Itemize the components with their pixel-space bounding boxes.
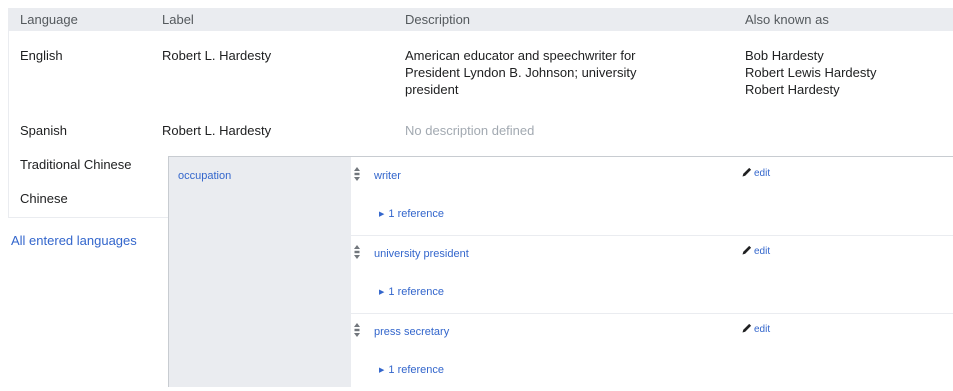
rank-normal-icon[interactable] bbox=[353, 166, 361, 182]
edit-button[interactable]: edit bbox=[742, 167, 770, 181]
statement-row: press secretary edit ▶ 1 reference bbox=[351, 313, 953, 391]
all-entered-languages-link[interactable]: All entered languages bbox=[11, 232, 137, 249]
statement-row: university president edit ▶ 1 reference bbox=[351, 235, 953, 314]
property-column: occupation bbox=[169, 157, 351, 387]
edit-label: edit bbox=[754, 246, 771, 257]
row-language-chinese: Chinese bbox=[20, 191, 68, 206]
row-description-spanish-placeholder: No description defined bbox=[405, 123, 535, 138]
row-description-english-line-1: American educator and speechwriter for bbox=[405, 48, 636, 63]
statement-value-link[interactable]: university president bbox=[374, 247, 469, 261]
header-language: Language bbox=[20, 12, 78, 27]
row-label-spanish: Robert L. Hardesty bbox=[162, 123, 272, 138]
pencil-icon bbox=[742, 245, 752, 255]
pencil-icon bbox=[742, 167, 752, 177]
edit-button[interactable]: edit bbox=[742, 323, 770, 337]
statement-row: writer edit ▶ 1 reference bbox=[351, 157, 953, 236]
references-toggle[interactable]: ▶ 1 reference bbox=[379, 207, 444, 222]
header-description: Description bbox=[405, 12, 471, 27]
references-toggle[interactable]: ▶ 1 reference bbox=[379, 363, 444, 378]
references-count: 1 reference bbox=[388, 208, 445, 220]
triangle-right-icon: ▶ bbox=[379, 289, 385, 296]
statement-value-link[interactable]: press secretary bbox=[374, 325, 449, 339]
statement-value-link[interactable]: writer bbox=[374, 169, 401, 183]
edit-label: edit bbox=[754, 168, 771, 179]
alias-english-2: Robert Lewis Hardesty bbox=[745, 65, 877, 80]
edit-label: edit bbox=[754, 324, 771, 335]
statement-group-occupation: occupation writer edit ▶ 1 reference uni… bbox=[168, 156, 953, 387]
triangle-right-icon: ▶ bbox=[379, 367, 385, 374]
property-link-occupation[interactable]: occupation bbox=[178, 169, 231, 183]
row-label-english: Robert L. Hardesty bbox=[162, 48, 272, 63]
triangle-right-icon: ▶ bbox=[379, 211, 385, 218]
row-description-english-line-2: President Lyndon B. Johnson; university bbox=[405, 65, 637, 80]
rank-normal-icon[interactable] bbox=[353, 244, 361, 260]
references-count: 1 reference bbox=[388, 286, 445, 298]
references-count: 1 reference bbox=[388, 364, 445, 376]
row-language-english: English bbox=[20, 48, 63, 63]
row-language-traditional-chinese: Traditional Chinese bbox=[20, 157, 132, 172]
row-language-spanish: Spanish bbox=[20, 123, 67, 138]
header-also-known-as: Also known as bbox=[745, 12, 829, 27]
row-description-english-line-3: president bbox=[405, 82, 459, 97]
references-toggle[interactable]: ▶ 1 reference bbox=[379, 285, 444, 300]
alias-english-3: Robert Hardesty bbox=[745, 82, 840, 97]
pencil-icon bbox=[742, 323, 752, 333]
rank-normal-icon[interactable] bbox=[353, 322, 361, 338]
edit-button[interactable]: edit bbox=[742, 245, 770, 259]
header-label: Label bbox=[162, 12, 194, 27]
alias-english-1: Bob Hardesty bbox=[745, 48, 824, 63]
